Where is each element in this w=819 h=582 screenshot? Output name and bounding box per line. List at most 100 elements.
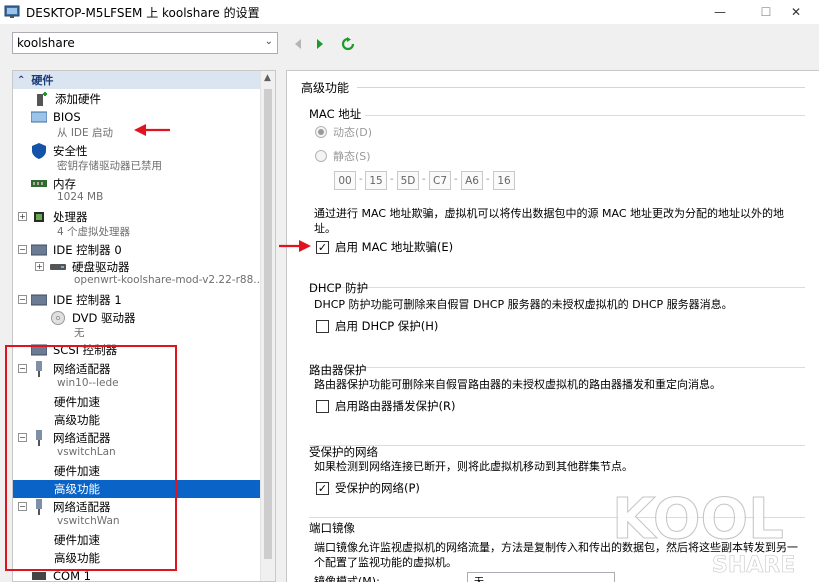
checkbox-checked-icon: ✓ (316, 240, 329, 254)
mac-octet-3[interactable]: 5D (397, 171, 419, 190)
checkbox-label: 启用 DHCP 保护(H) (335, 319, 439, 333)
mac-spoof-checkbox[interactable]: ✓ 启用 MAC 地址欺骗(E) (316, 239, 453, 255)
tree-item-detail: 4 个虚拟处理器 (57, 226, 131, 238)
tree-item-label: 内存 (53, 176, 76, 191)
expand-hard-disk[interactable]: + (35, 262, 44, 271)
tree-item-label: 硬盘驱动器 (72, 259, 130, 274)
radio-indicator (315, 150, 327, 162)
scrollbar-thumb[interactable] (264, 89, 272, 559)
section-divider (357, 87, 805, 88)
mirror-mode-label: 镜像模式(M): (314, 575, 380, 582)
annotation-arrow-icon (279, 240, 311, 252)
tree-item-label: BIOS (53, 109, 81, 124)
tree-item-detail: 无 (74, 327, 85, 339)
watermark-brand-bottom: SHARE (712, 553, 795, 578)
section-title: 高级功能 (301, 81, 350, 95)
tree-item-label: IDE 控制器 1 (53, 292, 122, 307)
tree-item-detail: 从 IDE 启动 (57, 127, 113, 139)
tree-item-processor[interactable]: 处理器 (31, 208, 88, 225)
tree-item-memory[interactable]: 内存 (31, 175, 76, 192)
annotation-arrow-icon (134, 124, 170, 136)
mac-octet-2[interactable]: 15 (365, 171, 387, 190)
mirror-mode-select[interactable]: 无 (467, 572, 615, 582)
vm-select-dropdown[interactable]: koolshare ⌄ (12, 32, 278, 54)
chevron-down-icon: ⌄ (264, 36, 273, 47)
shield-icon (31, 142, 47, 159)
expand-ide1[interactable]: − (18, 295, 27, 304)
annotation-highlight-box (5, 345, 177, 571)
watermark-site: koolshare.cn (520, 556, 602, 570)
mac-octet-5[interactable]: A6 (461, 171, 483, 190)
processor-icon (31, 209, 47, 225)
dhcp-description: DHCP 防护功能可删除来自假冒 DHCP 服务器的未授权虚拟机的 DHCP 服… (314, 298, 733, 311)
close-button[interactable]: ✕ (773, 0, 819, 24)
checkbox-label: 启用 MAC 地址欺骗(E) (335, 240, 454, 254)
tree-item-bios[interactable]: BIOS (31, 108, 81, 125)
dhcp-guard-group: DHCP 防护 DHCP 防护功能可删除来自假冒 DHCP 服务器的未授权虚拟机… (309, 281, 805, 349)
toolbar: koolshare ⌄ (0, 24, 819, 64)
mac-description: 通过进行 MAC 地址欺骗，虚拟机可以将传出数据包中的源 MAC 地址更改为分配… (314, 207, 784, 235)
tree-item-label: 处理器 (53, 209, 88, 224)
memory-icon (31, 176, 47, 192)
tree-item-add-hardware[interactable]: 添加硬件 (33, 90, 101, 107)
back-arrow-icon[interactable] (290, 36, 306, 52)
router-guard-checkbox[interactable]: 启用路由器播发保护(R) (316, 398, 455, 414)
title-bar: DESKTOP-M5LFSEM 上 koolshare 的设置 — ☐ ✕ (0, 0, 819, 24)
checkbox-checked-icon: ✓ (316, 481, 329, 495)
add-hardware-icon (33, 91, 49, 107)
expand-ide0[interactable]: − (18, 245, 27, 254)
checkbox-unchecked-icon (316, 399, 329, 413)
tree-item-label: DVD 驱动器 (72, 310, 136, 325)
tree-item-dvd-drive[interactable]: DVD 驱动器 (50, 309, 136, 326)
mac-static-radio[interactable]: 静态(S) (315, 148, 371, 164)
settings-app-icon (4, 4, 20, 20)
checkbox-label: 启用路由器播发保护(R) (335, 399, 456, 413)
ide-controller-icon (31, 292, 47, 308)
hardware-section-header[interactable]: ⌃ 硬件 (13, 71, 261, 89)
mac-dash: - (422, 174, 426, 185)
dhcp-guard-checkbox[interactable]: 启用 DHCP 保护(H) (316, 318, 438, 334)
bios-chip-icon (31, 109, 47, 125)
router-guard-group: 路由器保护 路由器保护功能可删除来自假冒路由器的未授权虚拟机的路由器播发和重定向… (309, 363, 805, 429)
tree-item-ide-controller-1[interactable]: IDE 控制器 1 (31, 291, 122, 308)
ide-controller-icon (31, 242, 47, 258)
tree-item-label: 安全性 (53, 143, 88, 158)
expand-processor[interactable]: + (18, 212, 27, 221)
tree-scrollbar[interactable]: ▲ (260, 71, 275, 581)
router-description: 路由器保护功能可删除来自假冒路由器的未授权虚拟机的路由器播发和重定向消息。 (314, 378, 721, 391)
mac-dash: - (454, 174, 458, 185)
mac-dash: - (486, 174, 490, 185)
mac-dynamic-radio[interactable]: 动态(D) (315, 124, 372, 140)
tree-item-hard-disk[interactable]: 硬盘驱动器 (50, 258, 130, 275)
tree-item-detail: 1024 MB (57, 191, 104, 203)
scroll-up-arrow-icon[interactable]: ▲ (264, 73, 271, 83)
mac-octet-1[interactable]: 00 (334, 171, 356, 190)
dhcp-group-title: DHCP 防护 (309, 281, 369, 295)
checkbox-unchecked-icon (316, 319, 329, 333)
radio-label: 静态(S) (333, 150, 371, 163)
protected-network-checkbox[interactable]: ✓ 受保护的网络(P) (316, 480, 420, 496)
forward-arrow-icon[interactable] (312, 36, 328, 52)
mac-dash: - (359, 174, 363, 185)
radio-label: 动态(D) (333, 126, 373, 139)
mac-group-title: MAC 地址 (309, 106, 366, 122)
hardware-header-label: 硬件 (31, 74, 54, 87)
vm-select-value: koolshare (17, 36, 75, 50)
window-title: DESKTOP-M5LFSEM 上 koolshare 的设置 (26, 5, 260, 20)
refresh-icon[interactable] (340, 36, 356, 52)
tree-item-ide-controller-0[interactable]: IDE 控制器 0 (31, 241, 122, 258)
protected-description: 如果检测到网络连接已断开，则将此虚拟机移动到其他群集节点。 (314, 460, 633, 473)
tree-item-security[interactable]: 安全性 (31, 142, 88, 159)
protected-group-title: 受保护的网络 (309, 445, 378, 459)
tree-item-label: IDE 控制器 0 (53, 242, 122, 257)
mac-octet-4[interactable]: C7 (429, 171, 451, 190)
mac-octet-6[interactable]: 16 (493, 171, 515, 190)
tree-item-detail: openwrt-koolshare-mod-v2.22-r88... (74, 274, 264, 286)
checkbox-label: 受保护的网络(P) (335, 481, 420, 495)
minimize-button[interactable]: — (697, 0, 743, 24)
tree-item-label: 添加硬件 (55, 91, 101, 106)
watermark-brand-top: KOOL (612, 487, 784, 552)
router-group-title: 路由器保护 (309, 363, 367, 377)
mac-dash: - (390, 174, 394, 185)
dvd-disc-icon (50, 310, 66, 326)
